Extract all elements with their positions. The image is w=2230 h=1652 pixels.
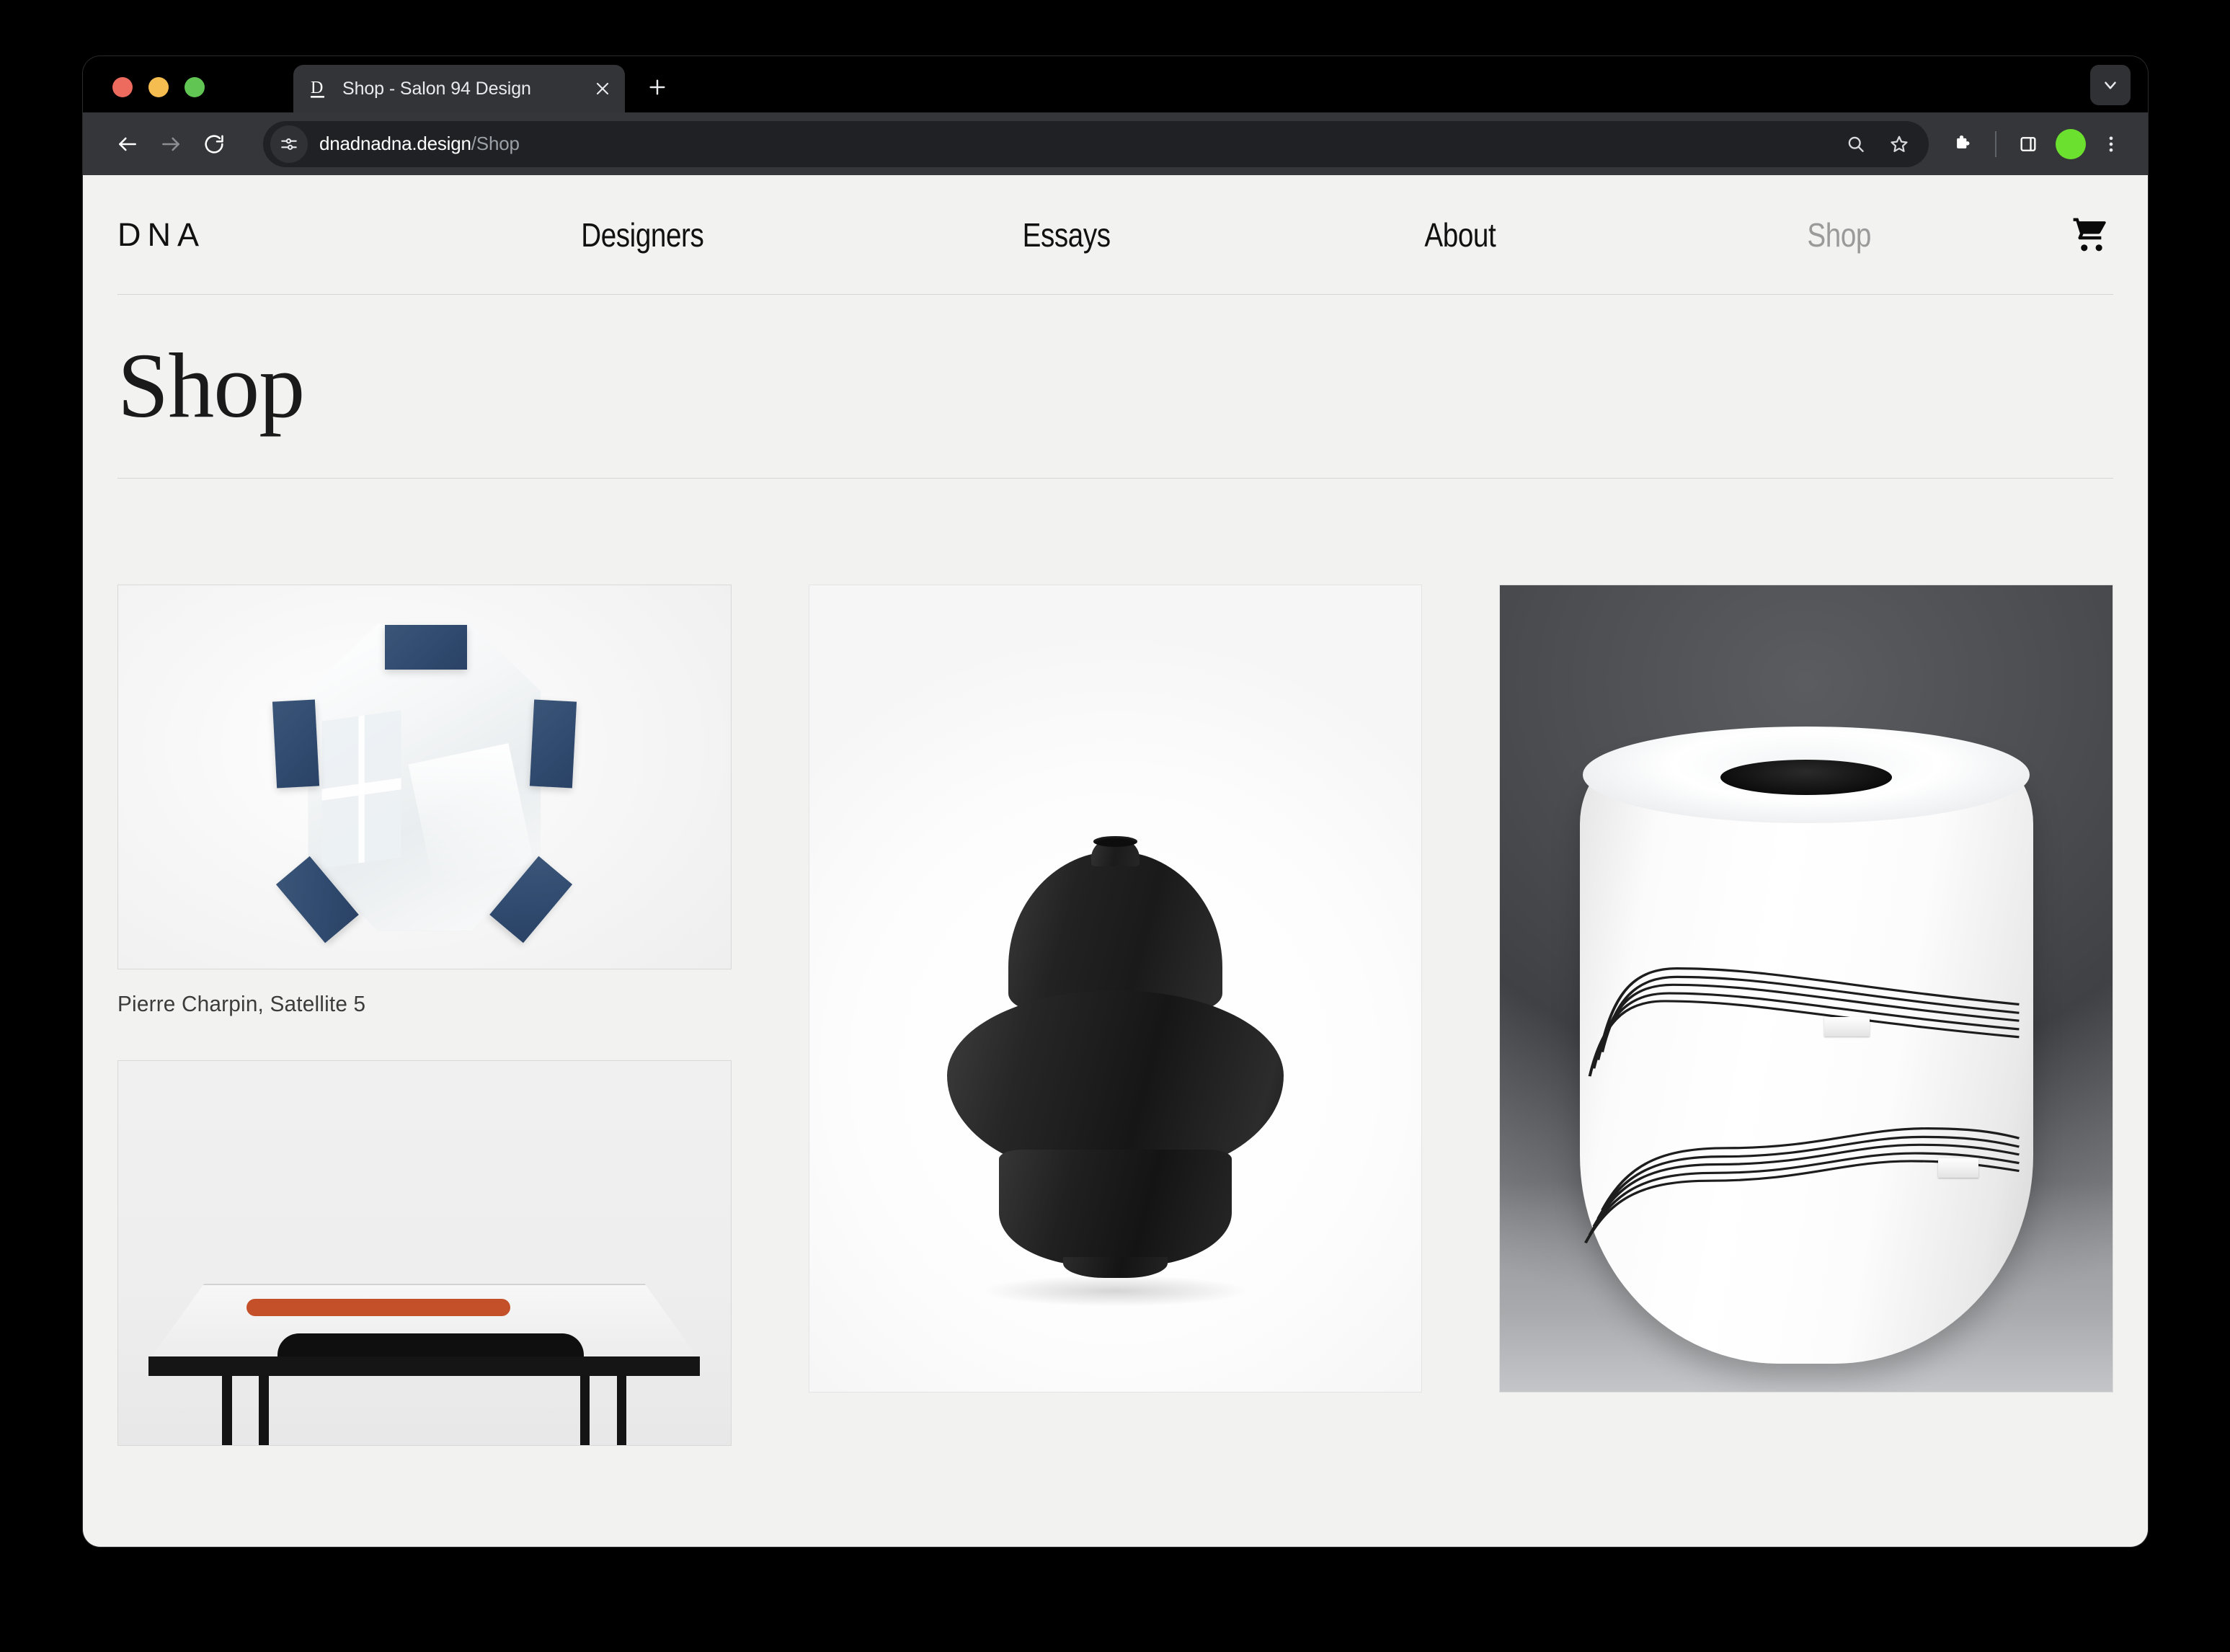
blue-panel-top <box>384 624 468 670</box>
forward-arrow-icon[interactable] <box>149 123 192 166</box>
blue-panel-left <box>272 699 320 788</box>
table-leg <box>579 1375 590 1445</box>
browser-toolbar: dnadnadna.design/Shop <box>83 112 2148 175</box>
product-image-black-matte-ceramic-vase[interactable] <box>808 585 1423 1393</box>
table-orange-inlay <box>246 1299 510 1317</box>
heading-divider <box>117 478 2113 479</box>
table-scene <box>118 1061 731 1445</box>
nav-item-designers[interactable]: Designers <box>581 216 704 254</box>
back-arrow-icon[interactable] <box>106 123 149 166</box>
vase-base <box>999 1150 1232 1267</box>
product-card[interactable] <box>1499 585 2113 1414</box>
site-nav-links: Designers Essays About Shop <box>420 216 2113 254</box>
product-grid: Pierre Charpin, Satellite 5 <box>117 585 2113 1467</box>
url-host: dnadnadna.design <box>319 133 471 154</box>
mirror-scene <box>118 585 731 969</box>
site-header: DNA Designers Essays About Shop <box>83 175 2148 294</box>
vessel-notch-lower <box>1937 1158 1979 1178</box>
table-leg <box>616 1375 627 1445</box>
traffic-lights <box>112 77 205 97</box>
browser-tab[interactable]: D Shop - Salon 94 Design <box>293 65 625 112</box>
new-tab-icon[interactable] <box>639 69 675 105</box>
product-caption: Pierre Charpin, Satellite 5 <box>117 991 366 1017</box>
vase-shadow <box>980 1274 1251 1307</box>
svg-text:D: D <box>311 79 323 97</box>
table-edge <box>148 1356 701 1376</box>
vessel-body <box>1579 750 2033 1364</box>
product-image-black-table-with-orange-inlay[interactable] <box>117 1060 732 1446</box>
profile-avatar[interactable] <box>2056 128 2086 159</box>
site-logo[interactable]: DNA <box>117 216 420 254</box>
extensions-puzzle-icon[interactable] <box>1942 123 1985 166</box>
page-content: DNA Designers Essays About Shop Shop Pie… <box>83 175 2148 1547</box>
url-path: /Shop <box>471 133 520 154</box>
nav-item-shop[interactable]: Shop <box>1808 216 1872 254</box>
window-zoom-button[interactable] <box>185 77 205 97</box>
tab-strip: D Shop - Salon 94 Design <box>83 56 2148 112</box>
vase-scene <box>809 585 1422 1392</box>
blue-panel-right <box>529 699 577 788</box>
window-minimize-button[interactable] <box>148 77 169 97</box>
vessel-notch-upper <box>1824 1017 1870 1037</box>
url-text: dnadnadna.design/Shop <box>319 133 1836 155</box>
shopping-cart-icon[interactable] <box>2067 212 2113 258</box>
omnibox-actions <box>1836 125 1919 164</box>
dna-favicon: D <box>311 78 329 99</box>
reload-icon[interactable] <box>192 123 236 166</box>
heading-spacer <box>117 432 2113 478</box>
nav-item-about[interactable]: About <box>1424 216 1496 254</box>
product-card[interactable]: Pierre Charpin, Satellite 5 <box>117 585 732 1017</box>
product-card[interactable] <box>117 1060 732 1467</box>
table-leg <box>222 1375 233 1445</box>
side-panel-icon[interactable] <box>2007 123 2050 166</box>
search-icon[interactable] <box>1836 125 1875 164</box>
vessel-opening <box>1720 759 1893 795</box>
star-icon[interactable] <box>1880 125 1919 164</box>
site-settings-icon[interactable] <box>270 125 308 163</box>
product-image-white-porcelain-vessel-with-black-stripes[interactable] <box>1499 585 2113 1393</box>
address-bar[interactable]: dnadnadna.design/Shop <box>263 120 1929 167</box>
toolbar-divider <box>1995 130 1996 157</box>
vase-dome <box>1008 851 1223 1013</box>
vessel-stripes-upper <box>1588 959 2020 1078</box>
product-image-octagonal-mirror-with-blue-panels[interactable] <box>117 585 732 970</box>
page-heading-block: Shop <box>83 295 2148 478</box>
page-title: Shop <box>117 334 305 437</box>
vessel-scene <box>1500 585 2113 1392</box>
window-close-button[interactable] <box>112 77 133 97</box>
browser-window: D Shop - Salon 94 Design dnadnadna.desig… <box>83 56 2148 1547</box>
three-dot-menu-icon[interactable] <box>2092 125 2131 164</box>
nav-item-essays[interactable]: Essays <box>1023 216 1111 254</box>
close-icon[interactable] <box>586 72 619 105</box>
mirror-light-glow <box>408 743 534 885</box>
vase-lip <box>1093 835 1138 847</box>
mirror-window-reflection <box>321 710 401 869</box>
mirror-octagon <box>308 623 541 931</box>
chevron-down-icon[interactable] <box>2090 65 2131 105</box>
product-card[interactable] <box>808 585 1423 1414</box>
table-leg <box>259 1375 269 1445</box>
tab-title: Shop - Salon 94 Design <box>342 79 531 98</box>
vase-belly <box>946 990 1284 1176</box>
